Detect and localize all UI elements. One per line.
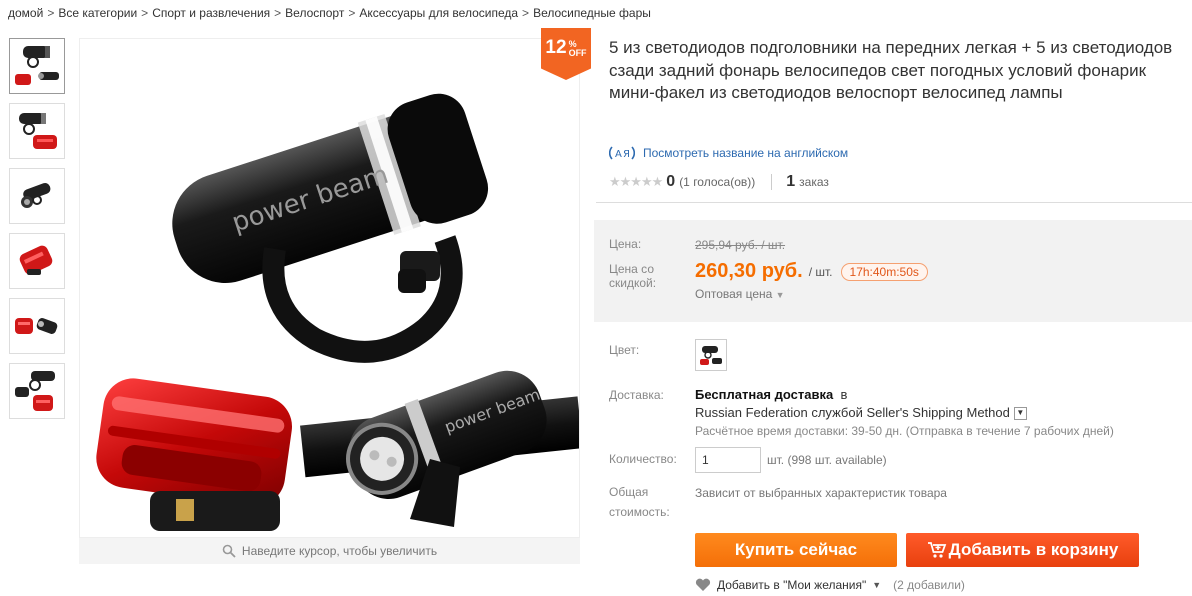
thumbnail-list — [9, 38, 65, 428]
old-price: 295,94 руб. / шт. — [695, 238, 786, 252]
breadcrumb-cycling[interactable]: Велоспорт — [285, 6, 344, 20]
buy-now-button[interactable]: Купить сейчас — [695, 533, 897, 567]
shipping-label: Доставка: — [609, 388, 664, 402]
svg-text:A: A — [615, 149, 622, 160]
shipping-eta: Расчётное время доставки: 39-50 дн. (Отп… — [695, 424, 1114, 438]
rating-stars-icon: ★★★★★ — [609, 174, 663, 189]
divider — [596, 202, 1192, 203]
breadcrumb: домой > Все категории > Спорт и развлечения >… — [8, 6, 651, 20]
svg-text:Я: Я — [623, 149, 630, 160]
discount-percent-off: % OFF — [569, 40, 587, 58]
orders-count: 1 — [786, 173, 796, 190]
zoom-hint-text: Наведите курсор, чтобы увеличить — [241, 544, 438, 558]
price-box: Цена: 295,94 руб. / шт. Цена со скидкой:… — [594, 220, 1192, 322]
thumbnail-4-image — [19, 245, 53, 275]
add-to-cart-label: Добавить в корзину — [948, 540, 1119, 559]
thumbnail-6[interactable] — [9, 363, 65, 419]
orders-label: заказ — [799, 175, 829, 189]
total-value: Зависит от выбранных характеристик товар… — [695, 486, 947, 500]
thumbnail-5-image — [15, 318, 58, 334]
free-shipping: Бесплатная доставка — [695, 387, 834, 402]
discount-value: 12 — [545, 37, 567, 58]
breadcrumb-separator: > — [47, 6, 55, 20]
total-label-line2: стоимость: — [609, 505, 670, 519]
wholesale-price-text: Оптовая цена — [695, 287, 773, 301]
discount-off: OFF — [568, 48, 587, 58]
thumbnail-5[interactable] — [9, 298, 65, 354]
quantity-row: шт. (998 шт. available) — [695, 447, 887, 473]
discount-price-label-line1: Цена со — [609, 262, 654, 276]
wishlist-count: (2 добавили) — [893, 578, 965, 592]
breadcrumb-home[interactable]: домой — [8, 6, 43, 20]
breadcrumb-bike-lights[interactable]: Велосипедные фары — [533, 6, 651, 20]
shipping-method: Russian Federation службой Seller's Ship… — [695, 405, 1010, 420]
shipping-info: Бесплатная доставка в Russian Federation… — [695, 386, 1114, 440]
main-product-image[interactable]: power beam power beam — [79, 38, 580, 538]
quantity-available: шт. (998 шт. available) — [767, 453, 887, 467]
product-photo: power beam power beam — [96, 93, 579, 531]
thumbnail-1-image — [15, 46, 59, 85]
rating-row: ★★★★★ 0 (1 голоса(ов)) 1 заказ — [609, 173, 829, 191]
quantity-input[interactable] — [695, 447, 761, 473]
translate-title-text: Посмотреть название на английском — [643, 146, 849, 160]
breadcrumb-separator: > — [522, 6, 530, 20]
thumbnail-6-image — [15, 371, 55, 411]
rating-score: 0 — [666, 173, 676, 190]
quantity-label: Количество: — [609, 452, 677, 466]
breadcrumb-separator: > — [274, 6, 282, 20]
breadcrumb-accessories[interactable]: Аксессуары для велосипеда — [359, 6, 518, 20]
magnifier-icon — [222, 544, 236, 558]
cart-icon — [927, 542, 946, 558]
heart-icon — [695, 578, 711, 591]
chevron-down-icon[interactable]: ▼ — [872, 580, 881, 590]
price-unit: / шт. — [808, 264, 833, 279]
breadcrumb-sport[interactable]: Спорт и развлечения — [152, 6, 270, 20]
thumbnail-4[interactable] — [9, 233, 65, 289]
countdown-timer: 17h:40m:50s — [840, 262, 928, 281]
zoom-hint: Наведите курсор, чтобы увеличить — [79, 538, 580, 564]
price-label: Цена: — [609, 237, 642, 251]
thumbnail-1[interactable] — [9, 38, 65, 94]
color-label: Цвет: — [609, 343, 640, 357]
total-label-line1: Общая — [609, 485, 649, 499]
shipping-method-select[interactable]: Russian Federation службой Seller's Ship… — [695, 404, 1114, 422]
translate-icon: A Я — [609, 146, 635, 160]
add-to-cart-button[interactable]: Добавить в корзину — [906, 533, 1139, 567]
rating-divider — [771, 174, 773, 190]
wholesale-price-dropdown[interactable]: Оптовая цена ▼ — [695, 287, 785, 301]
discount-price-label-line2: скидкой: — [609, 276, 657, 290]
wishlist-label: Добавить в "Мои желания" — [717, 578, 867, 592]
new-price: 260,30 руб. — [695, 260, 803, 282]
translate-title-link[interactable]: A Я Посмотреть название на английском — [609, 144, 848, 162]
breadcrumb-all-categories[interactable]: Все категории — [58, 6, 137, 20]
shipping-in: в — [840, 387, 848, 402]
rating-votes[interactable]: (1 голоса(ов)) — [679, 175, 755, 189]
thumbnail-2-image — [19, 113, 57, 149]
color-option[interactable] — [695, 339, 727, 371]
thumbnail-3[interactable] — [9, 168, 65, 224]
thumbnail-3-image — [21, 182, 51, 208]
color-option-image — [700, 346, 722, 365]
thumbnail-2[interactable] — [9, 103, 65, 159]
breadcrumb-separator: > — [348, 6, 356, 20]
dropdown-arrow-icon[interactable]: ▼ — [1013, 406, 1027, 420]
product-title: 5 из светодиодов подголовники на передни… — [609, 38, 1173, 102]
breadcrumb-separator: > — [141, 6, 149, 20]
caret-down-icon: ▼ — [775, 290, 785, 300]
add-to-wishlist[interactable]: Добавить в "Мои желания" ▼ (2 добавили) — [695, 578, 965, 592]
new-price-row: 260,30 руб. / шт. 17h:40m:50s — [695, 260, 928, 283]
